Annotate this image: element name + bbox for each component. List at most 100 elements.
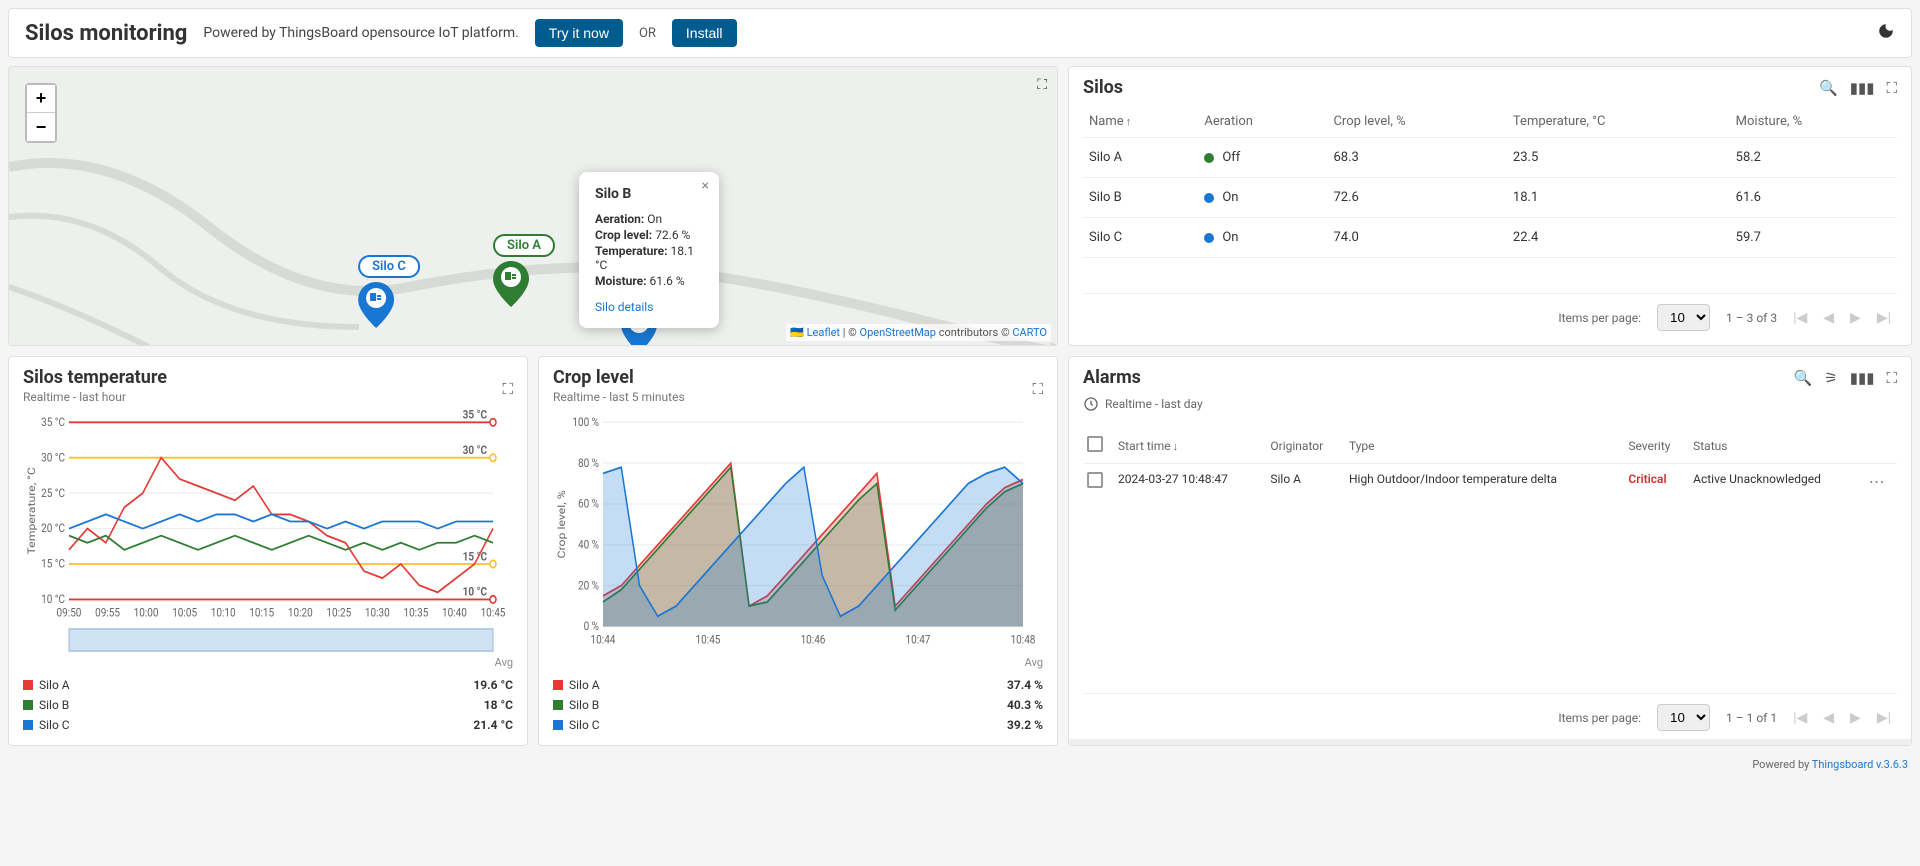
svg-text:09:55: 09:55 (95, 606, 120, 620)
alarms-table: Start time↓ Originator Type Severity Sta… (1083, 428, 1897, 499)
page-size-select[interactable]: 10 (1657, 304, 1710, 331)
zoom-out-button[interactable]: − (27, 113, 55, 141)
crop-chart-canvas[interactable]: 0 %20 %40 %60 %80 %100 %10:4410:4510:461… (553, 410, 1043, 656)
search-icon[interactable]: 🔍 (1794, 369, 1813, 387)
fullscreen-icon[interactable]: ⛶ (502, 380, 513, 398)
table-row[interactable]: Silo AOff68.323.558.2 (1083, 138, 1897, 178)
install-button[interactable]: Install (672, 19, 737, 47)
legend-item[interactable]: Silo B18 °C (23, 695, 513, 715)
svg-text:09:50: 09:50 (57, 606, 82, 620)
theme-toggle-icon[interactable] (1877, 22, 1895, 45)
svg-text:20 °C: 20 °C (41, 521, 65, 535)
table-row[interactable]: Silo BOn72.618.161.6 (1083, 178, 1897, 218)
filter-icon[interactable]: ⚞ (1824, 369, 1837, 387)
try-it-button[interactable]: Try it now (535, 19, 623, 47)
alarms-timerange[interactable]: Realtime - last day (1083, 388, 1897, 420)
close-icon[interactable]: × (702, 178, 709, 194)
silo-details-link[interactable]: Silo details (595, 300, 653, 314)
page-size-select[interactable]: 10 (1657, 704, 1710, 731)
col-severity[interactable]: Severity (1624, 428, 1689, 464)
svg-text:10:25: 10:25 (326, 606, 351, 620)
legend-item[interactable]: Silo A37.4 % (553, 675, 1043, 695)
thingsboard-link[interactable]: Thingsboard v.3.6.3 (1812, 758, 1908, 771)
col-originator[interactable]: Originator (1266, 428, 1345, 464)
legend-item[interactable]: Silo B40.3 % (553, 695, 1043, 715)
marker-label: Silo A (493, 234, 555, 257)
first-page-button[interactable]: |◀ (1793, 710, 1807, 726)
svg-text:30 °C: 30 °C (41, 450, 65, 464)
col-status[interactable]: Status (1689, 428, 1865, 464)
svg-text:10:35: 10:35 (403, 606, 428, 620)
col-crop[interactable]: Crop level, % (1327, 106, 1506, 138)
next-page-button[interactable]: ▶ (1850, 710, 1861, 726)
temp-title: Silos temperature (23, 367, 167, 388)
fullscreen-icon[interactable]: ⛶ (1037, 77, 1047, 93)
first-page-button[interactable]: |◀ (1793, 310, 1807, 326)
popup-title: Silo B (595, 186, 703, 202)
map-attribution: 🇺🇦 Leaflet | © OpenStreetMap contributor… (786, 324, 1051, 341)
col-start[interactable]: Start time↓ (1114, 428, 1266, 464)
fullscreen-icon[interactable]: ⛶ (1886, 79, 1897, 97)
svg-text:100 %: 100 % (572, 415, 599, 429)
svg-text:10:40: 10:40 (442, 606, 467, 620)
legend-item[interactable]: Silo C39.2 % (553, 715, 1043, 735)
last-page-button[interactable]: ▶| (1877, 310, 1891, 326)
col-temp[interactable]: Temperature, °C (1507, 106, 1730, 138)
page-title: Silos monitoring (25, 21, 187, 46)
table-row[interactable]: Silo COn74.022.459.7 (1083, 218, 1897, 258)
pin-icon (493, 261, 529, 307)
svg-text:10:48: 10:48 (1011, 633, 1036, 647)
row-actions-icon[interactable]: ⋯ (1869, 472, 1886, 491)
fullscreen-icon[interactable]: ⛶ (1886, 369, 1897, 387)
zoom-in-button[interactable]: + (27, 85, 55, 113)
col-moist[interactable]: Moisture, % (1730, 106, 1897, 138)
marker-label: Silo C (358, 255, 420, 278)
map-marker-silo-a[interactable]: Silo A (493, 234, 555, 311)
select-all-checkbox[interactable] (1087, 436, 1103, 452)
columns-icon[interactable]: ▮▮▮ (1850, 79, 1875, 97)
zoom-control: + − (25, 83, 57, 143)
temperature-chart-widget: Silos temperature Realtime - last hour ⛶… (8, 356, 528, 746)
pin-icon (358, 282, 394, 328)
svg-text:10:46: 10:46 (801, 633, 826, 647)
temp-chart-canvas[interactable]: 10 °C15 °C20 °C25 °C30 °C35 °C35 °C30 °C… (23, 410, 513, 656)
fullscreen-icon[interactable]: ⛶ (1032, 380, 1043, 398)
search-icon[interactable]: 🔍 (1819, 79, 1838, 97)
prev-page-button[interactable]: ◀ (1823, 310, 1834, 326)
svg-text:35 °C: 35 °C (41, 415, 65, 429)
col-type[interactable]: Type (1345, 428, 1624, 464)
svg-text:Temperature, °C: Temperature, °C (26, 467, 38, 554)
col-name[interactable]: Name↑ (1083, 106, 1198, 138)
table-row[interactable]: 2024-03-27 10:48:47Silo AHigh Outdoor/In… (1083, 464, 1897, 500)
carto-link[interactable]: CARTO (1012, 326, 1047, 339)
svg-text:40 %: 40 % (578, 538, 599, 552)
svg-text:10:05: 10:05 (172, 606, 197, 620)
svg-text:30 °C: 30 °C (463, 443, 487, 457)
leaflet-link[interactable]: Leaflet (807, 326, 840, 339)
svg-text:10:10: 10:10 (211, 606, 236, 620)
map-marker-silo-c[interactable]: Silo C (358, 255, 420, 332)
svg-text:15 °C: 15 °C (41, 557, 65, 571)
last-page-button[interactable]: ▶| (1877, 710, 1891, 726)
silos-title: Silos (1083, 77, 1123, 98)
svg-text:15 °C: 15 °C (463, 549, 487, 563)
horizontal-scrollbar[interactable] (1069, 739, 1911, 745)
map-popup: × Silo B Aeration: On Crop level: 72.6 %… (579, 172, 719, 328)
svg-text:80 %: 80 % (578, 456, 599, 470)
svg-text:0 %: 0 % (584, 619, 599, 633)
next-page-button[interactable]: ▶ (1850, 310, 1861, 326)
legend-item[interactable]: Silo A19.6 °C (23, 675, 513, 695)
col-aeration[interactable]: Aeration (1198, 106, 1327, 138)
alarms-widget: Alarms 🔍 ⚞ ▮▮▮ ⛶ Realtime - last day Sta… (1068, 356, 1912, 746)
row-checkbox[interactable] (1087, 472, 1103, 488)
legend-item[interactable]: Silo C21.4 °C (23, 715, 513, 735)
tagline: Powered by ThingsBoard opensource IoT pl… (203, 25, 518, 41)
map-canvas[interactable]: + − ⛶ Silo A Silo C × Silo B Aeration: On… (9, 67, 1057, 345)
svg-text:10:20: 10:20 (288, 606, 313, 620)
silos-pager: Items per page: 10 1 – 3 of 3 |◀ ◀ ▶ ▶| (1083, 293, 1897, 335)
columns-icon[interactable]: ▮▮▮ (1850, 369, 1875, 387)
prev-page-button[interactable]: ◀ (1823, 710, 1834, 726)
top-bar: Silos monitoring Powered by ThingsBoard … (8, 8, 1912, 58)
svg-text:10:45: 10:45 (696, 633, 721, 647)
osm-link[interactable]: OpenStreetMap (860, 326, 936, 339)
